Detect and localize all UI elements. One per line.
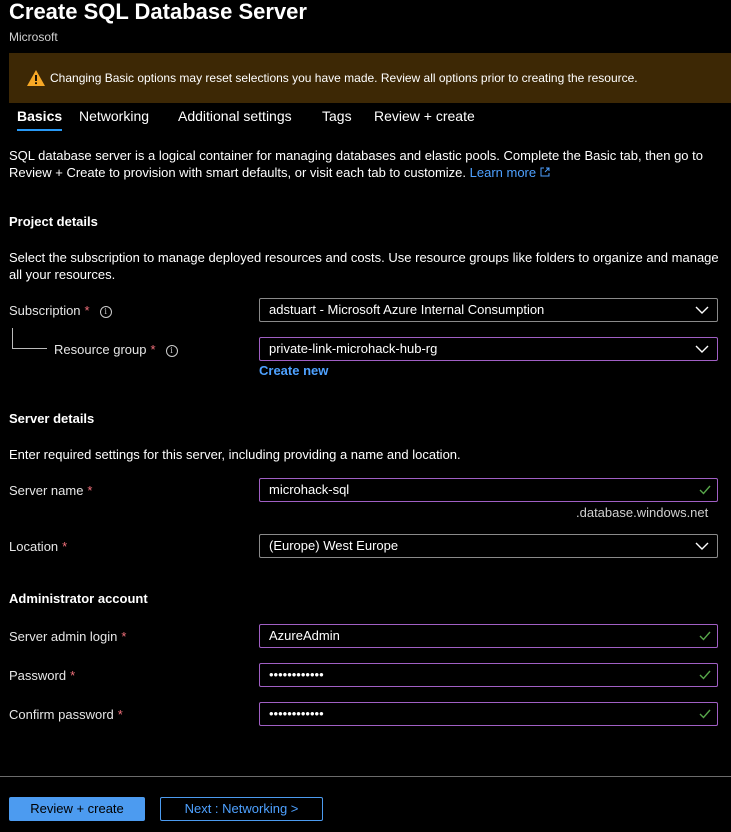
chevron-down-icon bbox=[695, 345, 709, 353]
required-marker: * bbox=[62, 539, 68, 554]
resource-group-select[interactable]: private-link-microhack-hub-rg bbox=[259, 337, 718, 361]
subscription-value: adstuart - Microsoft Azure Internal Cons… bbox=[269, 302, 545, 317]
review-create-button[interactable]: Review + create bbox=[9, 797, 145, 821]
resource-group-label: Resource group * i bbox=[54, 342, 178, 357]
tab-networking[interactable]: Networking bbox=[79, 108, 149, 124]
chevron-down-icon bbox=[695, 542, 709, 550]
subscription-select[interactable]: adstuart - Microsoft Azure Internal Cons… bbox=[259, 298, 718, 322]
location-value: (Europe) West Europe bbox=[269, 538, 399, 553]
confirm-password-label: Confirm password * bbox=[9, 707, 123, 722]
admin-login-input[interactable]: AzureAdmin bbox=[259, 624, 718, 648]
project-details-heading: Project details bbox=[9, 214, 98, 229]
server-name-label: Server name * bbox=[9, 483, 93, 498]
create-new-link[interactable]: Create new bbox=[259, 363, 328, 378]
required-marker: * bbox=[150, 342, 156, 357]
password-value: •••••••••••• bbox=[269, 667, 324, 682]
tab-tags[interactable]: Tags bbox=[322, 108, 352, 124]
server-name-suffix: .database.windows.net bbox=[576, 505, 709, 520]
required-marker: * bbox=[121, 629, 127, 644]
server-description: Enter required settings for this server,… bbox=[9, 447, 461, 462]
confirm-password-input[interactable]: •••••••••••• bbox=[259, 702, 718, 726]
publisher-label: Microsoft bbox=[9, 30, 58, 44]
tab-review-create[interactable]: Review + create bbox=[374, 108, 475, 124]
location-select[interactable]: (Europe) West Europe bbox=[259, 534, 718, 558]
required-marker: * bbox=[117, 707, 123, 722]
confirm-password-value: •••••••••••• bbox=[269, 706, 324, 721]
tab-additional-settings[interactable]: Additional settings bbox=[178, 108, 292, 124]
info-icon[interactable]: i bbox=[99, 306, 112, 318]
next-networking-button[interactable]: Next : Networking > bbox=[160, 797, 323, 821]
intro-paragraph: SQL database server is a logical contain… bbox=[9, 147, 724, 181]
page-title: Create SQL Database Server bbox=[9, 0, 307, 24]
learn-more-link[interactable]: Learn more bbox=[470, 165, 550, 180]
server-details-heading: Server details bbox=[9, 411, 95, 426]
subscription-label: Subscription * i bbox=[9, 303, 112, 318]
chevron-down-icon bbox=[695, 306, 709, 314]
warning-text: Changing Basic options may reset selecti… bbox=[50, 71, 638, 85]
required-marker: * bbox=[70, 668, 76, 683]
checkmark-icon bbox=[699, 485, 711, 495]
warning-banner: Changing Basic options may reset selecti… bbox=[9, 53, 731, 103]
checkmark-icon bbox=[699, 709, 711, 719]
administrator-account-heading: Administrator account bbox=[9, 591, 148, 606]
intro-text: SQL database server is a logical contain… bbox=[9, 148, 703, 180]
admin-login-label: Server admin login * bbox=[9, 629, 127, 644]
admin-login-value: AzureAdmin bbox=[269, 628, 340, 643]
footer-divider bbox=[0, 776, 731, 777]
project-description: Select the subscription to manage deploy… bbox=[9, 250, 719, 282]
server-name-value: microhack-sql bbox=[269, 482, 350, 497]
password-label: Password * bbox=[9, 668, 76, 683]
required-marker: * bbox=[84, 303, 90, 318]
checkmark-icon bbox=[699, 670, 711, 680]
external-link-icon bbox=[540, 167, 550, 177]
checkmark-icon bbox=[699, 631, 711, 641]
info-icon[interactable]: i bbox=[165, 345, 178, 357]
resource-group-value: private-link-microhack-hub-rg bbox=[269, 341, 438, 356]
warning-icon bbox=[27, 70, 45, 86]
required-marker: * bbox=[87, 483, 93, 498]
location-label: Location * bbox=[9, 539, 68, 554]
server-name-input[interactable]: microhack-sql bbox=[259, 478, 718, 502]
tree-connector bbox=[12, 328, 47, 349]
tab-basics[interactable]: Basics bbox=[17, 108, 63, 131]
password-input[interactable]: •••••••••••• bbox=[259, 663, 718, 687]
